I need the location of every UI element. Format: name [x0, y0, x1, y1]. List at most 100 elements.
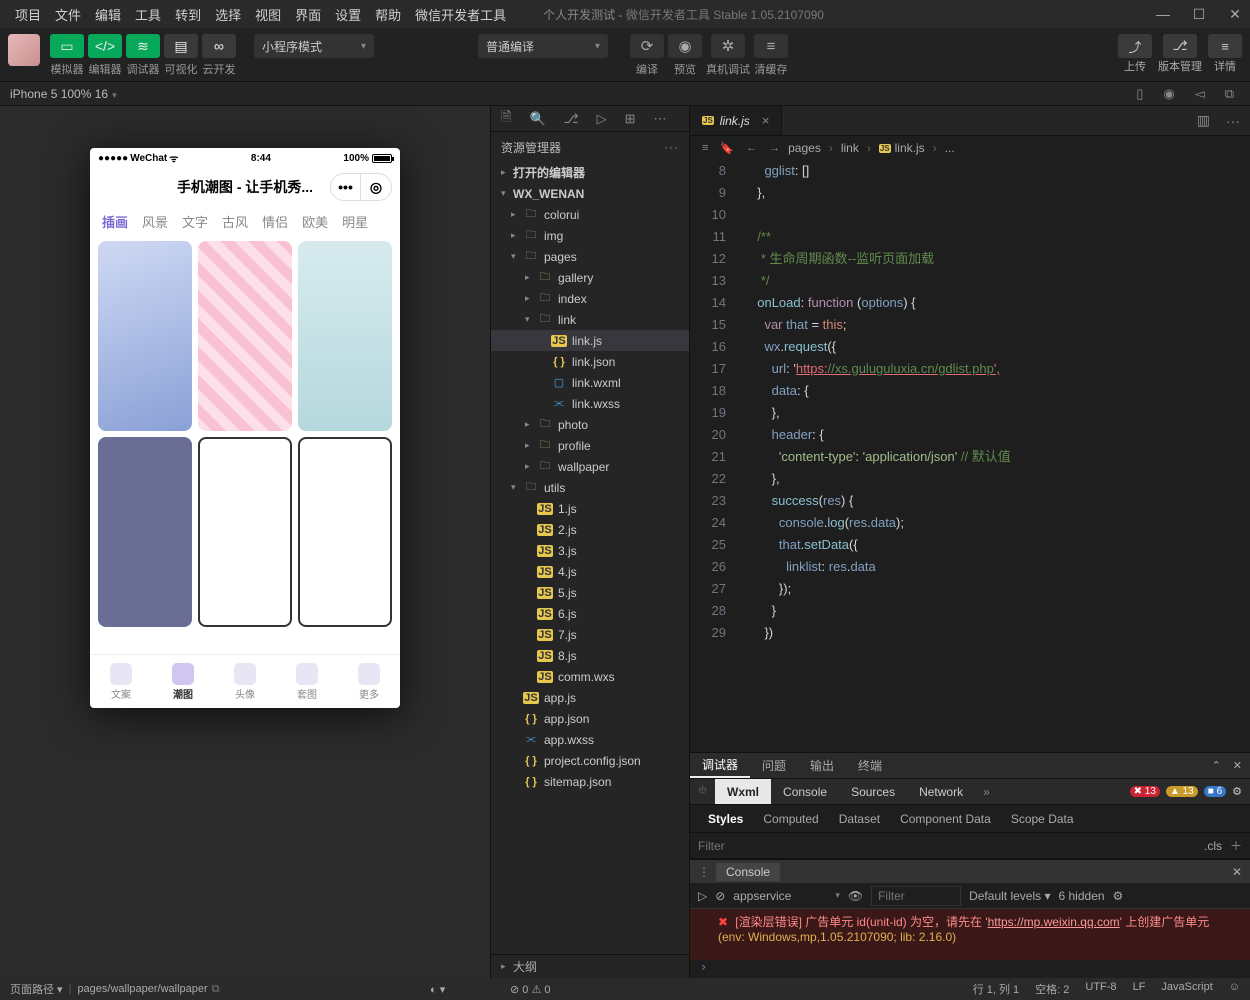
- console-output[interactable]: ✖ [渲染层错误] 广告单元 id(unit-id) 为空，请先在 'https…: [690, 909, 1250, 960]
- more-icon[interactable]: ⋯: [654, 111, 667, 127]
- menu-工具[interactable]: 工具: [128, 8, 168, 23]
- debugger-button[interactable]: ≋: [126, 34, 160, 58]
- category-tab[interactable]: 欧美: [302, 212, 328, 231]
- console-tab[interactable]: Console: [716, 863, 780, 881]
- file-8.js[interactable]: JS8.js: [491, 645, 689, 666]
- info-badge[interactable]: ■ 6: [1204, 786, 1226, 797]
- tab-problems[interactable]: 问题: [750, 753, 798, 778]
- menu-选择[interactable]: 选择: [208, 8, 248, 23]
- file-5.js[interactable]: JS5.js: [491, 582, 689, 603]
- folder-colorui[interactable]: ▸🗀colorui: [491, 204, 689, 225]
- folder-utils[interactable]: ▾🗀utils: [491, 477, 689, 498]
- window-maximize[interactable]: ☐: [1192, 6, 1206, 23]
- new-style-icon[interactable]: ＋: [1230, 837, 1242, 854]
- visual-button[interactable]: ▤: [164, 34, 198, 58]
- file-link.js[interactable]: JSlink.js: [491, 330, 689, 351]
- file-app.wxss[interactable]: ⫘app.wxss: [491, 729, 689, 750]
- folder-photo[interactable]: ▸🗀photo: [491, 414, 689, 435]
- settings-icon[interactable]: ⚙: [1232, 785, 1242, 798]
- editor-more-icon[interactable]: ···: [1226, 113, 1240, 129]
- file-app.js[interactable]: JSapp.js: [491, 687, 689, 708]
- explorer-more-icon[interactable]: ···: [664, 140, 679, 154]
- window-close[interactable]: ✕: [1228, 6, 1242, 23]
- feedback-icon[interactable]: ☺: [1229, 981, 1240, 997]
- tab-network[interactable]: Network: [907, 779, 975, 804]
- menu-转到[interactable]: 转到: [168, 8, 208, 23]
- wallpaper-grid[interactable]: [90, 241, 400, 654]
- styles-filter-input[interactable]: [698, 839, 1204, 853]
- remote-debug-icon[interactable]: ✲: [711, 34, 745, 58]
- encoding[interactable]: UTF-8: [1085, 981, 1116, 997]
- category-tab[interactable]: 古风: [222, 212, 248, 231]
- diagnostics[interactable]: ⊘ 0 ⚠ 0: [510, 983, 550, 996]
- wallpaper-thumb[interactable]: [298, 241, 392, 431]
- nav-item[interactable]: 更多: [358, 663, 380, 701]
- project-root[interactable]: ▾WX_WENAN: [491, 183, 689, 204]
- open-editors-section[interactable]: ▸打开的编辑器: [491, 162, 689, 183]
- console-prompt[interactable]: ›: [690, 960, 1250, 978]
- wallpaper-thumb[interactable]: [98, 241, 192, 431]
- menu-编辑[interactable]: 编辑: [88, 8, 128, 23]
- file-4.js[interactable]: JS4.js: [491, 561, 689, 582]
- nav-forward-icon[interactable]: →: [769, 142, 780, 155]
- wallpaper-thumb[interactable]: [198, 437, 292, 627]
- nav-item[interactable]: 文案: [110, 663, 132, 701]
- file-link.json[interactable]: { }link.json: [491, 351, 689, 372]
- panel-up-icon[interactable]: ⌃: [1212, 759, 1221, 772]
- file-comm.wxs[interactable]: JScomm.wxs: [491, 666, 689, 687]
- file-app.json[interactable]: { }app.json: [491, 708, 689, 729]
- inspect-icon[interactable]: ⯐: [690, 781, 715, 802]
- indent-spaces[interactable]: 空格: 2: [1035, 981, 1069, 997]
- record-icon[interactable]: ◉: [1163, 86, 1174, 102]
- tab-output[interactable]: 输出: [798, 753, 846, 778]
- file-2.js[interactable]: JS2.js: [491, 519, 689, 540]
- editor-tab[interactable]: JSlink.js ×: [690, 106, 782, 135]
- console-filter-input[interactable]: [871, 886, 961, 906]
- warning-badge[interactable]: ▲ 13: [1166, 786, 1198, 797]
- tab-terminal[interactable]: 终端: [846, 753, 894, 778]
- folder-gallery[interactable]: ▸🗀gallery: [491, 267, 689, 288]
- explorer-header[interactable]: 资源管理器 ···: [491, 132, 689, 162]
- console-close-icon[interactable]: ✕: [1232, 865, 1242, 879]
- editor-button[interactable]: </>: [88, 34, 122, 58]
- preview-icon[interactable]: ◉: [668, 34, 702, 58]
- nav-back-icon[interactable]: ←: [746, 142, 757, 155]
- mute-icon[interactable]: ◅: [1195, 86, 1205, 102]
- category-tab[interactable]: 风景: [142, 212, 168, 231]
- file-project.config.json[interactable]: { }project.config.json: [491, 750, 689, 771]
- device-icon[interactable]: ▯: [1136, 86, 1143, 102]
- menu-微信开发者工具[interactable]: 微信开发者工具: [408, 8, 513, 23]
- details-icon[interactable]: ≡: [1208, 34, 1242, 58]
- console-run-icon[interactable]: ▷: [698, 889, 707, 903]
- nav-item[interactable]: 套图: [296, 663, 318, 701]
- folder-index[interactable]: ▸🗀index: [491, 288, 689, 309]
- devtools-more-icon[interactable]: »: [975, 785, 998, 799]
- eye-icon[interactable]: 👁: [848, 889, 863, 903]
- compile-select[interactable]: 普通编译: [478, 34, 608, 58]
- breadcrumb[interactable]: ≡ 🔖 ← → pages› link› JS link.js› ...: [690, 136, 1250, 160]
- explorer-icon[interactable]: 🗎: [501, 108, 511, 130]
- wallpaper-thumb[interactable]: [198, 241, 292, 431]
- folder-profile[interactable]: ▸🗀profile: [491, 435, 689, 456]
- menu-帮助[interactable]: 帮助: [368, 8, 408, 23]
- wallpaper-thumb[interactable]: [98, 437, 192, 627]
- nav-item[interactable]: 头像: [234, 663, 256, 701]
- nav-item[interactable]: 潮图: [172, 663, 194, 701]
- menu-项目[interactable]: 项目: [8, 8, 48, 23]
- folder-img[interactable]: ▸🗀img: [491, 225, 689, 246]
- file-sitemap.json[interactable]: { }sitemap.json: [491, 771, 689, 792]
- device-select[interactable]: iPhone 5 100% 16▾: [10, 87, 117, 101]
- capsule-close[interactable]: ◎: [361, 174, 391, 200]
- folder-link[interactable]: ▾🗀link: [491, 309, 689, 330]
- console-menu-icon[interactable]: ⋮: [698, 865, 710, 879]
- tab-debugger[interactable]: 调试器: [690, 753, 750, 778]
- language-mode[interactable]: JavaScript: [1161, 981, 1212, 997]
- menu-设置[interactable]: 设置: [328, 8, 368, 23]
- file-6.js[interactable]: JS6.js: [491, 603, 689, 624]
- file-7.js[interactable]: JS7.js: [491, 624, 689, 645]
- git-icon[interactable]: ⎇: [564, 111, 579, 127]
- file-tree[interactable]: ▸打开的编辑器 ▾WX_WENAN ▸🗀colorui▸🗀img▾🗀pages▸…: [491, 162, 689, 954]
- scene-icon[interactable]: ◐ ▾: [430, 983, 445, 996]
- panel-close-icon[interactable]: ✕: [1233, 759, 1242, 772]
- menu-视图[interactable]: 视图: [248, 8, 288, 23]
